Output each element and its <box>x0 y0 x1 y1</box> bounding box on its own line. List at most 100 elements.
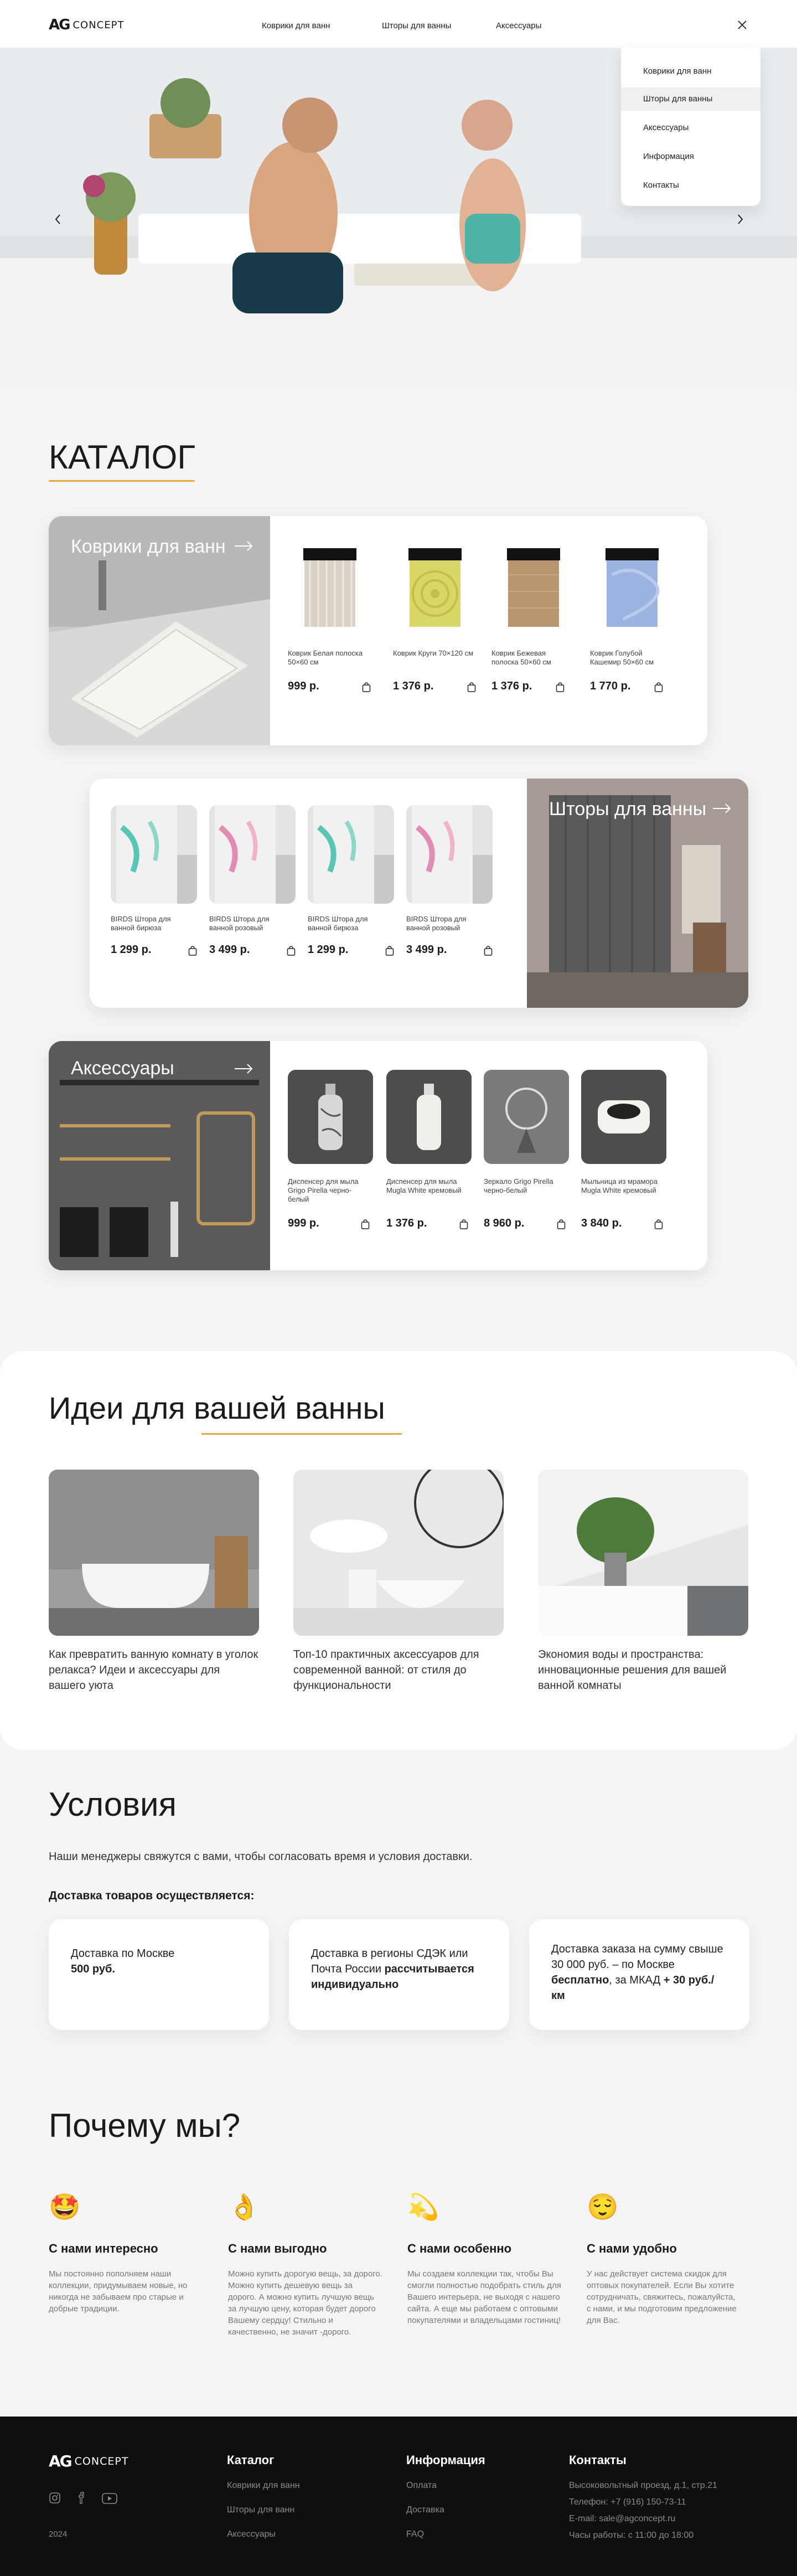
accessories-category-title: Аксессуары <box>71 1058 174 1079</box>
cart-bag-icon[interactable] <box>654 682 663 692</box>
footer-link-curtains[interactable]: Шторы для ванн <box>227 2505 294 2515</box>
idea-image[interactable] <box>49 1470 259 1636</box>
footer-logo[interactable]: AG CONCEPT <box>49 2452 128 2470</box>
cart-bag-icon[interactable] <box>362 682 371 692</box>
product-price: 3 499 р. <box>406 944 447 956</box>
cart-bag-icon[interactable] <box>467 682 476 692</box>
product-name[interactable]: BIRDS Штора для ванной розовый <box>406 915 484 932</box>
curtains-card[interactable]: Шторы для ванны BIRDS Штора для ванной б… <box>90 779 748 1008</box>
footer-catalog-title: Каталог <box>227 2453 275 2467</box>
product-image[interactable] <box>288 1070 373 1164</box>
product-name[interactable]: Коврик Белая полоска 50×60 см <box>288 649 371 667</box>
youtube-icon[interactable] <box>102 2493 117 2504</box>
cart-bag-icon[interactable] <box>361 1219 370 1229</box>
idea-link[interactable]: Топ-10 практичных аксессуаров для соврем… <box>293 1647 504 1693</box>
product-name[interactable]: Коврик Бежевая полоска 50×60 см <box>491 649 575 667</box>
footer-email[interactable]: E-mail: sale@agconcept.ru <box>569 2514 675 2524</box>
hero-next-arrow-icon[interactable] <box>736 214 744 225</box>
product-price: 1 376 р. <box>386 1217 427 1229</box>
hero-prev-arrow-icon[interactable] <box>54 214 62 225</box>
footer-link-faq[interactable]: FAQ <box>406 2529 424 2539</box>
product-image[interactable] <box>386 1070 472 1164</box>
footer-info-title: Информация <box>406 2453 485 2467</box>
conditions-title: Условия <box>49 1786 177 1823</box>
dropdown-menu: Коврики для ванн Шторы для ванны Аксессу… <box>621 48 760 206</box>
delivery-text-2: , за МКАД <box>609 1974 661 1986</box>
idea-image[interactable] <box>538 1470 748 1636</box>
product-name[interactable]: Коврик Круги 70×120 см <box>393 649 476 658</box>
product-name[interactable]: Диспенсер для мыла Mugla White кремовый <box>386 1177 469 1195</box>
product-image[interactable] <box>308 805 394 904</box>
menu-item-curtains[interactable]: Шторы для ванны <box>621 87 760 111</box>
instagram-icon[interactable] <box>49 2492 61 2504</box>
idea-link[interactable]: Как превратить ванную комнату в уголок р… <box>49 1647 259 1693</box>
product-name[interactable]: Диспенсер для мыла Grigo Pirella черно-б… <box>288 1177 371 1204</box>
product-name[interactable]: Мыльница из мрамора Mugla White кремовый <box>581 1177 664 1195</box>
cart-bag-icon[interactable] <box>287 946 296 956</box>
product-image[interactable] <box>111 805 197 904</box>
footer-link-delivery[interactable]: Доставка <box>406 2505 444 2515</box>
nav-curtains[interactable]: Шторы для ванны <box>382 21 451 30</box>
menu-item-accessories[interactable]: Аксессуары <box>621 116 760 140</box>
ideas-title-part1: Идеи для <box>49 1390 185 1425</box>
logo-mark: AG <box>49 2452 73 2470</box>
product-price: 1 299 р. <box>111 944 152 956</box>
cart-bag-icon[interactable] <box>654 1219 663 1229</box>
product-name[interactable]: BIRDS Штора для ванной бирюза <box>308 915 385 932</box>
footer-link-accessories[interactable]: Аксессуары <box>227 2529 276 2539</box>
product-image[interactable] <box>484 1070 569 1164</box>
logo[interactable]: AG CONCEPT <box>49 17 124 33</box>
product-image[interactable] <box>393 542 477 631</box>
curtains-arrow-icon <box>713 803 732 814</box>
rugs-card[interactable]: Коврики для ванн Коврик Белая полоска 50… <box>49 516 707 745</box>
product-image[interactable] <box>209 805 296 904</box>
rugs-arrow-icon <box>235 540 253 552</box>
logo-word: CONCEPT <box>73 19 125 31</box>
facebook-icon[interactable] <box>75 2492 87 2504</box>
product-name[interactable]: BIRDS Штора для ванной бирюза <box>111 915 188 932</box>
cart-bag-icon[interactable] <box>459 1219 468 1229</box>
product-name[interactable]: Коврик Голубой Кашемир 50×60 см <box>590 649 673 667</box>
why-item-title: С нами удобно <box>587 2242 677 2255</box>
site-footer: AG CONCEPT 2024 Каталог Коврики для ванн… <box>0 2417 797 2576</box>
product-image[interactable] <box>590 542 674 631</box>
ideas-title-part2: вашей ванны <box>194 1390 385 1425</box>
nav-accessories[interactable]: Аксессуары <box>496 21 541 30</box>
product-image[interactable] <box>581 1070 666 1164</box>
product-name[interactable]: Зеркало Grigo Pirella черно-белый <box>484 1177 567 1195</box>
delivery-bold: бесплатно <box>551 1974 609 1986</box>
menu-item-contacts[interactable]: Контакты <box>621 174 760 197</box>
star-struck-icon: 🤩 <box>49 2192 81 2221</box>
accessories-arrow-icon <box>235 1063 253 1074</box>
curtains-category-title: Шторы для ванны <box>549 798 707 820</box>
product-image[interactable] <box>288 542 372 631</box>
product-name[interactable]: BIRDS Штора для ванной розовый <box>209 915 287 932</box>
footer-link-payment[interactable]: Оплата <box>406 2481 437 2491</box>
catalog-title: КАТАЛОГ <box>49 439 195 476</box>
footer-phone[interactable]: Телефон: +7 (916) 150-73-11 <box>569 2497 686 2507</box>
logo-mark: AG <box>49 17 70 33</box>
why-item-title: С нами выгодно <box>228 2242 327 2255</box>
footer-link-rugs[interactable]: Коврики для ванн <box>227 2481 300 2491</box>
relieved-face-icon: 😌 <box>587 2192 619 2221</box>
product-price: 1 770 р. <box>590 680 631 692</box>
footer-hours: Часы работы: с 11:00 до 18:00 <box>569 2531 694 2540</box>
idea-image[interactable] <box>293 1470 504 1636</box>
cart-bag-icon[interactable] <box>385 946 394 956</box>
cart-bag-icon[interactable] <box>556 682 565 692</box>
delivery-text: Доставка заказа на сумму свыше 30 000 ру… <box>551 1943 723 1971</box>
product-price: 8 960 р. <box>484 1217 525 1229</box>
nav-rugs[interactable]: Коврики для ванн <box>262 21 330 30</box>
accessories-card[interactable]: Аксессуары Диспенсер для мыла Grigo Pire… <box>49 1041 707 1270</box>
cart-bag-icon[interactable] <box>557 1219 566 1229</box>
footer-year: 2024 <box>49 2529 68 2539</box>
product-image[interactable] <box>406 805 493 904</box>
product-image[interactable] <box>491 542 576 631</box>
cart-bag-icon[interactable] <box>188 946 197 956</box>
close-icon[interactable] <box>737 20 747 30</box>
menu-item-info[interactable]: Информация <box>621 145 760 168</box>
rugs-category-title: Коврики для ванн <box>71 536 226 557</box>
idea-link[interactable]: Экономия воды и пространства: инновацион… <box>538 1647 748 1693</box>
cart-bag-icon[interactable] <box>484 946 493 956</box>
menu-item-rugs[interactable]: Коврики для ванн <box>621 60 760 83</box>
